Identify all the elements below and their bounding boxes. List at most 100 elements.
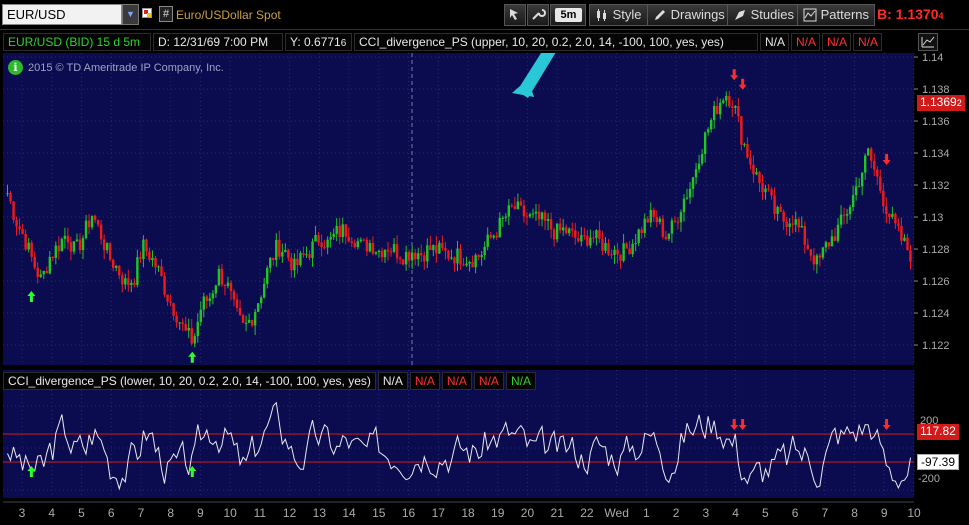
na-value-3: N/A	[822, 33, 851, 51]
candle-body	[81, 238, 85, 251]
instrument-label: EUR/USD (BID) 15 d 5m	[3, 33, 151, 51]
candle-body	[456, 248, 459, 264]
time-label: 7	[821, 506, 828, 520]
pattern-icon	[803, 8, 817, 22]
candle-body	[359, 239, 363, 242]
candle-body	[516, 201, 520, 209]
studies-button[interactable]: Studies	[727, 4, 800, 26]
candle-body	[350, 241, 353, 243]
cursor-y-value: Y: 0.6771	[290, 35, 341, 49]
candle-body	[758, 172, 761, 184]
candle-body	[389, 251, 393, 253]
candle-body	[121, 275, 124, 285]
candle-body	[794, 219, 797, 225]
candle-body	[746, 143, 749, 158]
candle-body	[580, 235, 583, 242]
candle-body	[755, 172, 758, 175]
candle-body	[459, 248, 462, 265]
candle-body	[302, 253, 305, 255]
candle-body	[133, 282, 136, 285]
symbol-input[interactable]: EUR/USD	[2, 4, 122, 25]
drawings-label: Drawings	[670, 7, 725, 22]
cci-axis-label-minus-200: -200	[918, 473, 940, 485]
candle-body	[625, 243, 628, 249]
candle-body	[199, 309, 202, 322]
time-label: 9	[881, 506, 888, 520]
candle-body	[353, 242, 357, 248]
candle-body	[809, 249, 813, 256]
chart-line-icon	[921, 36, 935, 48]
candle-body	[791, 223, 794, 225]
candle-body	[785, 221, 788, 228]
candle-body	[347, 236, 350, 242]
candle-body	[489, 234, 492, 238]
info-icon[interactable]: i	[8, 60, 23, 75]
chart-header: EUR/USD (BID) 15 d 5m D: 12/31/69 7:00 P…	[0, 31, 969, 53]
candle-body	[217, 268, 221, 286]
candle-body	[697, 163, 701, 170]
time-axis[interactable]: 3 4 5 6 7 8 9 10 11 12 13 14 15 16 17 18 19 20 21 22 Wed 1 2 3 4…	[0, 501, 969, 525]
candle-body	[51, 256, 55, 258]
candle-body	[480, 255, 483, 258]
candle-body	[365, 239, 369, 252]
candle-body	[806, 244, 810, 250]
hash-button[interactable]: #	[159, 6, 173, 22]
candle-body	[115, 265, 118, 269]
symbol-link-icon[interactable]	[142, 8, 152, 18]
upper-study-label[interactable]: CCI_divergence_PS (upper, 10, 20, 0.2, 2…	[354, 33, 758, 51]
time-label: 4	[732, 506, 739, 520]
candle-body	[401, 259, 405, 265]
candle-body	[903, 237, 906, 241]
candle-body	[477, 255, 480, 258]
time-label: 12	[283, 506, 297, 520]
candle-body	[565, 227, 568, 234]
candle-body	[622, 243, 625, 261]
candle-body	[317, 234, 320, 243]
candle-body	[848, 207, 852, 215]
candle-body	[703, 132, 707, 155]
candle-body	[175, 315, 178, 323]
candle-body	[6, 193, 9, 195]
price-label: 1.134	[922, 148, 950, 160]
candle-body	[223, 284, 227, 286]
candle-body	[767, 188, 770, 190]
candle-body	[743, 143, 746, 145]
settings-button[interactable]	[527, 4, 549, 26]
candles-icon	[597, 9, 606, 21]
timeframe-button[interactable]: 5m	[550, 4, 586, 26]
candle-body	[604, 243, 607, 251]
candle-body	[851, 195, 855, 208]
price-label: 1.13	[922, 212, 943, 224]
candle-body	[108, 243, 112, 260]
style-button[interactable]: Style	[589, 4, 648, 26]
price-label: 1.132	[922, 180, 950, 192]
candle-body	[812, 255, 816, 265]
candle-body	[250, 319, 254, 326]
chart-settings-button[interactable]	[918, 33, 938, 51]
drawings-button[interactable]: Drawings	[647, 4, 731, 26]
candle-body	[598, 230, 601, 239]
candle-body	[628, 248, 631, 255]
symbol-dropdown-button[interactable]: ▼	[122, 4, 139, 25]
patterns-button[interactable]: Patterns	[797, 4, 876, 26]
time-label: 15	[372, 506, 386, 520]
candle-body	[586, 235, 589, 246]
candle-body	[589, 237, 592, 246]
candle-body	[308, 254, 311, 258]
candle-body	[679, 212, 683, 223]
candle-body	[549, 219, 553, 230]
candle-body	[531, 213, 535, 215]
candle-body	[374, 252, 378, 254]
candle-body	[284, 250, 287, 253]
time-label: Wed	[604, 506, 628, 520]
candle-body	[371, 242, 375, 254]
candle-body	[722, 100, 725, 103]
price-chart[interactable]: 1.141.1381.1361.1341.1321.131.1281.1261.…	[0, 53, 969, 367]
candle-body	[404, 251, 408, 265]
candle-body	[447, 250, 450, 259]
candle-body	[649, 209, 652, 223]
candle-body	[407, 251, 411, 261]
lower-study-label[interactable]: CCI_divergence_PS (lower, 10, 20, 0.2, 2…	[3, 372, 376, 390]
candle-body	[619, 254, 622, 261]
drawing-tool-button[interactable]	[504, 4, 526, 26]
